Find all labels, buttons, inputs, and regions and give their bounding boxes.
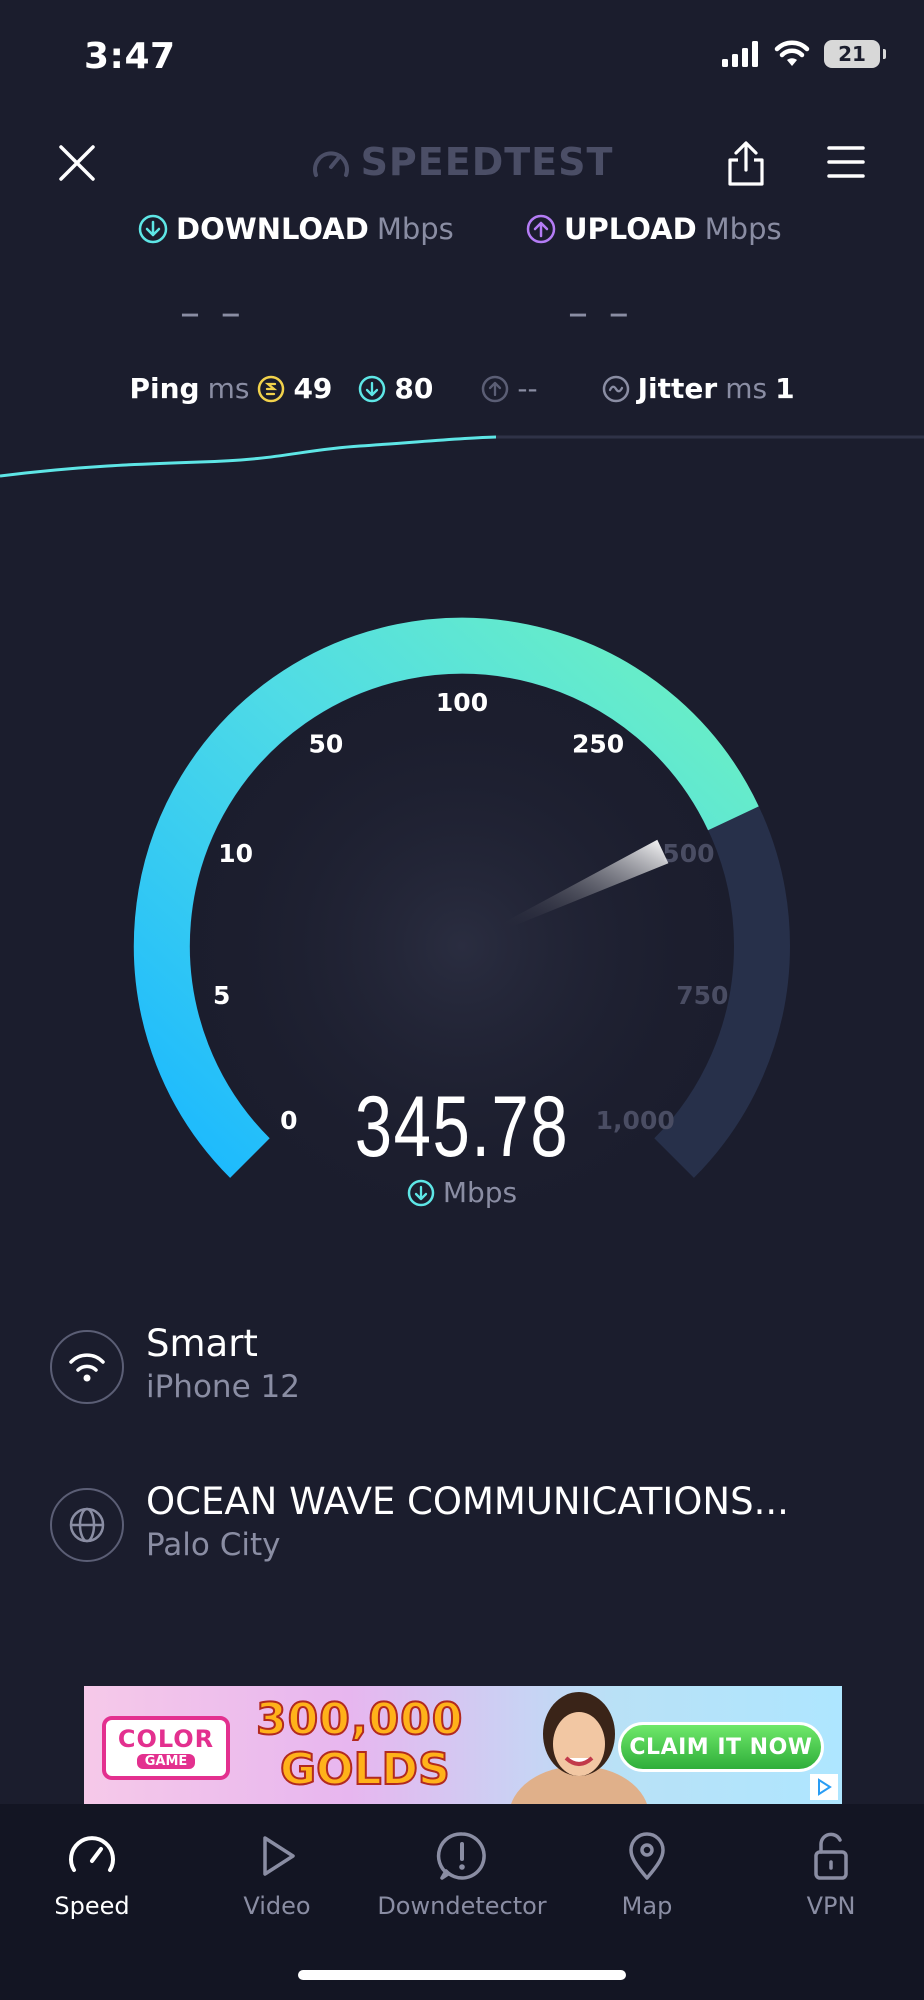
wifi-name: Smart (146, 1322, 258, 1365)
wifi-icon (69, 1353, 105, 1382)
gauge-tick-label: 50 (309, 729, 344, 758)
globe-icon (69, 1507, 105, 1543)
battery-indicator: 21 (824, 40, 886, 68)
ping-idle-value: 49 (293, 372, 333, 405)
isp-icon-circle (50, 1488, 124, 1562)
speed-graph-line (0, 435, 497, 478)
cellular-signal-icon (722, 41, 758, 67)
gauge-tick-label: 10 (218, 839, 253, 868)
gauge-tick-label: 250 (572, 729, 624, 758)
status-time: 3:47 (84, 36, 176, 77)
tab-map[interactable]: Map (562, 1830, 732, 1920)
share-button[interactable] (722, 138, 770, 190)
brand-name: SPEEDTEST (360, 140, 614, 184)
status-icons: 21 (722, 40, 886, 68)
speedometer-icon (69, 1836, 115, 1872)
tab-vpn[interactable]: VPN (746, 1830, 916, 1920)
server-location: Palo City (146, 1527, 281, 1563)
tab-speed-label: Speed (54, 1892, 130, 1920)
jitter-label: Jitter (637, 372, 718, 405)
ping-idle: Ping ms 49 (129, 372, 332, 405)
ping-download: 80 (358, 372, 433, 405)
play-icon (263, 1836, 295, 1876)
ad-cta-button[interactable]: CLAIM IT NOW (618, 1722, 824, 1772)
download-unit: Mbps (376, 212, 454, 246)
share-icon (728, 141, 764, 186)
jitter-icon (602, 375, 629, 402)
download-unit-icon (407, 1179, 435, 1206)
device-name: iPhone 12 (146, 1369, 300, 1405)
download-header: DOWNLOAD Mbps (138, 212, 454, 246)
gauge-tick-label: 750 (676, 981, 728, 1010)
wifi-info[interactable]: Smart iPhone 12 (146, 1322, 300, 1405)
ping-download-value: 80 (394, 372, 434, 405)
ping-upload-value: -- (517, 372, 538, 405)
ad-game-logo: COLOR GAME (102, 1716, 230, 1780)
speed-graph (0, 435, 924, 478)
alert-icon (436, 1832, 486, 1880)
ad-banner[interactable]: COLOR GAME 300,000 GOLDS CLAIM IT NOW (84, 1686, 842, 1804)
idle-ping-icon (258, 375, 285, 402)
gauge-tick-label: 100 (436, 688, 488, 717)
download-ping-icon (359, 375, 386, 402)
lock-open-icon (814, 1832, 848, 1880)
jitter-value: 1 (775, 372, 795, 405)
speedtest-logo: SPEEDTEST (0, 140, 924, 184)
upload-arrow-icon (526, 214, 556, 244)
adchoices-icon[interactable] (810, 1774, 838, 1800)
wifi-status-icon (774, 40, 810, 66)
tab-map-label: Map (621, 1892, 673, 1920)
upload-ping-icon (482, 375, 509, 402)
isp-info[interactable]: OCEAN WAVE COMMUNICATIONS... Palo City (146, 1480, 886, 1563)
speed-unit-row: Mbps (0, 1176, 924, 1209)
ping-jitter-row: Ping ms 49 80 -- Jitter ms 1 (0, 372, 924, 405)
ping-upload: -- (481, 372, 538, 405)
upload-value: – – (568, 290, 633, 336)
tab-downdetector[interactable]: Downdetector (377, 1830, 547, 1920)
hamburger-menu-icon (827, 146, 865, 178)
speed-value: 345.78 (354, 1079, 570, 1175)
wifi-connection-icon (50, 1330, 124, 1404)
ping-label: Ping (129, 372, 200, 405)
tab-video-label: Video (243, 1892, 311, 1920)
tab-speed[interactable]: Speed (7, 1830, 177, 1920)
download-label: DOWNLOAD (176, 212, 369, 246)
ad-currency: GOLDS (279, 1743, 451, 1796)
tab-video[interactable]: Video (192, 1830, 362, 1920)
ping-unit: ms (207, 372, 250, 405)
speed-unit: Mbps (442, 1176, 518, 1209)
upload-label: UPLOAD (564, 212, 697, 246)
gauge-tick-label: 500 (662, 839, 714, 868)
download-arrow-icon (138, 214, 168, 244)
ad-brand-bottom: GAME (136, 1754, 196, 1769)
ad-brand-top: COLOR (117, 1725, 215, 1753)
battery-level: 21 (838, 42, 866, 66)
home-indicator (298, 1970, 626, 1980)
jitter-unit: ms (725, 372, 768, 405)
speedometer-logo-icon (312, 151, 349, 177)
upload-unit: Mbps (704, 212, 782, 246)
gauge-tick-label: 5 (213, 981, 230, 1010)
menu-button[interactable] (826, 142, 866, 182)
download-value: – – (180, 290, 245, 336)
tab-vpn-label: VPN (806, 1892, 856, 1920)
upload-header: UPLOAD Mbps (526, 212, 782, 246)
tab-downdetector-label: Downdetector (377, 1892, 547, 1920)
jitter: Jitter ms 1 (602, 372, 795, 405)
map-pin-icon (629, 1832, 665, 1880)
isp-name: OCEAN WAVE COMMUNICATIONS... (146, 1480, 789, 1523)
ad-amount: 300,000 (255, 1693, 464, 1746)
